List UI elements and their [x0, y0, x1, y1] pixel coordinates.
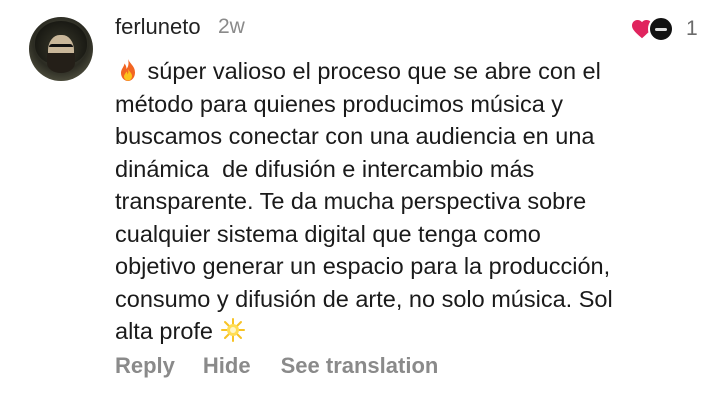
comment-actions: Reply Hide See translation — [115, 353, 438, 379]
comment-line: dinámica de difusión e intercambio más — [115, 155, 535, 182]
like-area: 1 — [630, 16, 698, 42]
comment-line: súper valioso el proceso que se abre con… — [147, 58, 601, 84]
avatar[interactable] — [29, 17, 93, 81]
comment-line: cualquier sistema digital que tenga como — [115, 220, 541, 247]
reply-button[interactable]: Reply — [115, 353, 175, 379]
like-count: 1 — [686, 17, 698, 40]
sparkle-emoji-icon — [220, 318, 245, 342]
creator-like-avatar-icon — [648, 16, 674, 42]
hide-button[interactable]: Hide — [203, 353, 251, 379]
comment-line: transparente. Te da mucha perspectiva so… — [115, 188, 587, 214]
see-translation-button[interactable]: See translation — [281, 353, 439, 379]
comment-line: método para quienes producimos música y — [115, 90, 564, 117]
comment-line: buscamos conectar con una audiencia en u… — [115, 123, 595, 149]
fire-emoji-icon — [121, 59, 135, 81]
comment-age: 2w — [218, 15, 245, 38]
comment-line: alta profe — [115, 318, 213, 344]
comment-line: consumo y difusión de arte, no solo músi… — [115, 285, 613, 312]
comment-author[interactable]: ferluneto — [115, 14, 201, 40]
comment-text: súper valioso el proceso que se abre con… — [115, 55, 705, 348]
comment-line: objetivo generar un espacio para la prod… — [115, 253, 611, 279]
